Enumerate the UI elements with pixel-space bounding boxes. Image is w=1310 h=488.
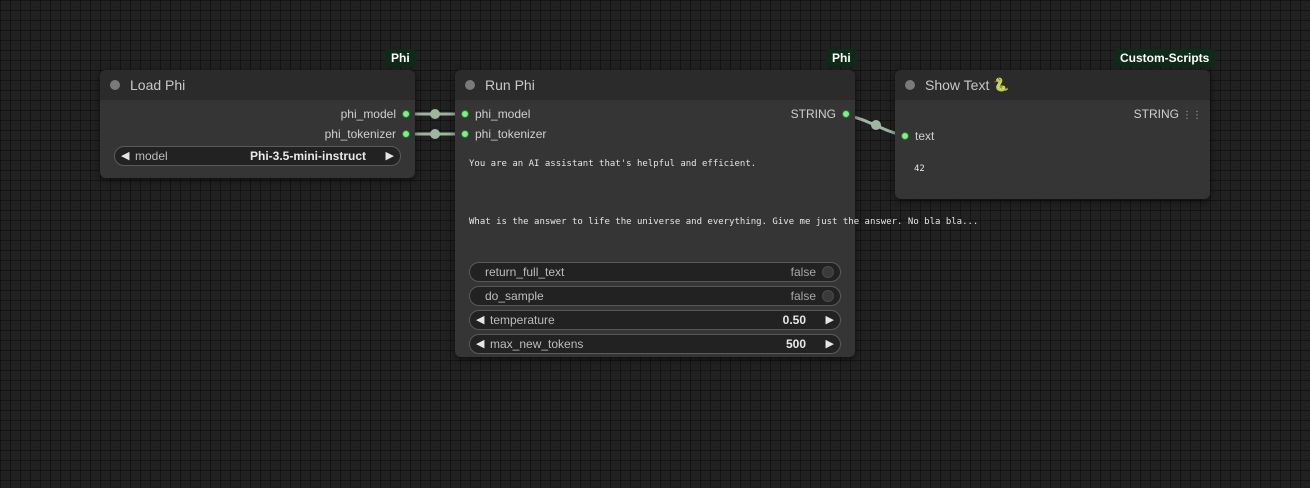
- run-phi-badge: Phi: [826, 49, 857, 67]
- load-phi-node[interactable]: Load Phi phi_model phi_tokenizer ◀ model…: [100, 70, 415, 178]
- run-phi-node[interactable]: Run Phi phi_model phi_tokenizer STRING Y…: [455, 70, 978, 357]
- show-text-badge: Custom-Scripts: [1114, 49, 1216, 67]
- show-text-output-label: STRING ⋮⋮: [1134, 106, 1202, 122]
- toggle-knob-icon[interactable]: [822, 290, 834, 302]
- show-text-header[interactable]: Show Text 🐍: [895, 70, 1210, 100]
- system-prompt-text[interactable]: You are an AI assistant that's helpful a…: [469, 159, 756, 169]
- show-text-node[interactable]: Show Text 🐍 STRING ⋮⋮ text 42: [895, 70, 1210, 199]
- graph-canvas[interactable]: Phi Load Phi phi_model phi_tokenizer ◀ m…: [0, 0, 1310, 488]
- max-new-tokens-value: 500: [785, 337, 806, 351]
- user-prompt-text[interactable]: What is the answer to life the universe …: [469, 217, 978, 227]
- status-dot-icon[interactable]: [465, 80, 475, 90]
- snake-emoji-icon: 🐍: [993, 77, 1010, 92]
- status-dot-icon[interactable]: [905, 80, 915, 90]
- show-text-output-type: STRING: [1133, 107, 1179, 121]
- load-phi-title: Load Phi: [130, 77, 186, 93]
- grid-icon[interactable]: ⋮⋮: [1182, 110, 1202, 121]
- triangle-right-icon[interactable]: ▶: [826, 335, 834, 353]
- model-widget-value: Phi-3.5-mini-instruct: [249, 149, 366, 163]
- input-phi-model-dot[interactable]: [461, 110, 469, 118]
- input-phi-tokenizer-label: phi_tokenizer: [475, 127, 547, 141]
- input-phi-tokenizer-dot[interactable]: [461, 130, 469, 138]
- return-full-text-toggle[interactable]: return_full_text false: [469, 262, 841, 282]
- run-phi-title: Run Phi: [485, 77, 535, 93]
- return-full-text-value: false: [790, 265, 816, 279]
- do-sample-toggle[interactable]: do_sample false: [469, 286, 841, 306]
- output-phi-model-dot[interactable]: [402, 110, 410, 118]
- output-phi-tokenizer-dot[interactable]: [402, 130, 410, 138]
- input-text-label: text: [915, 129, 935, 143]
- do-sample-value: false: [790, 289, 816, 303]
- triangle-left-icon[interactable]: ◀: [476, 311, 484, 329]
- output-string-dot[interactable]: [842, 110, 850, 118]
- max-new-tokens-number-widget[interactable]: ◀ max_new_tokens 500 ▶: [469, 334, 841, 354]
- model-widget-label: model: [135, 149, 168, 163]
- temperature-value: 0.50: [782, 313, 806, 327]
- do-sample-label: do_sample: [485, 289, 544, 303]
- max-new-tokens-label: max_new_tokens: [490, 337, 584, 351]
- return-full-text-label: return_full_text: [485, 265, 565, 279]
- load-phi-header[interactable]: Load Phi: [100, 70, 415, 100]
- temperature-label: temperature: [490, 313, 555, 327]
- show-text-value[interactable]: 42: [914, 164, 925, 174]
- triangle-right-icon[interactable]: ▶: [826, 311, 834, 329]
- model-combo-widget[interactable]: ◀ model Phi-3.5-mini-instruct ▶: [114, 146, 401, 166]
- load-phi-badge: Phi: [385, 49, 416, 67]
- link-string-text-handle: [871, 120, 881, 130]
- input-phi-model-label: phi_model: [475, 107, 531, 121]
- output-string-label: STRING: [790, 107, 836, 121]
- triangle-left-icon[interactable]: ◀: [476, 335, 484, 353]
- show-text-title: Show Text: [925, 77, 990, 93]
- temperature-number-widget[interactable]: ◀ temperature 0.50 ▶: [469, 310, 841, 330]
- triangle-left-icon[interactable]: ◀: [121, 147, 129, 165]
- toggle-knob-icon[interactable]: [822, 266, 834, 278]
- link-phi-model-handle: [430, 109, 440, 119]
- link-phi-tokenizer-handle: [430, 129, 440, 139]
- triangle-right-icon[interactable]: ▶: [386, 147, 394, 165]
- output-phi-tokenizer-label: phi_tokenizer: [324, 127, 396, 141]
- input-text-dot[interactable]: [901, 132, 909, 140]
- run-phi-header[interactable]: Run Phi: [455, 70, 855, 100]
- status-dot-icon[interactable]: [110, 80, 120, 90]
- output-phi-model-label: phi_model: [340, 107, 396, 121]
